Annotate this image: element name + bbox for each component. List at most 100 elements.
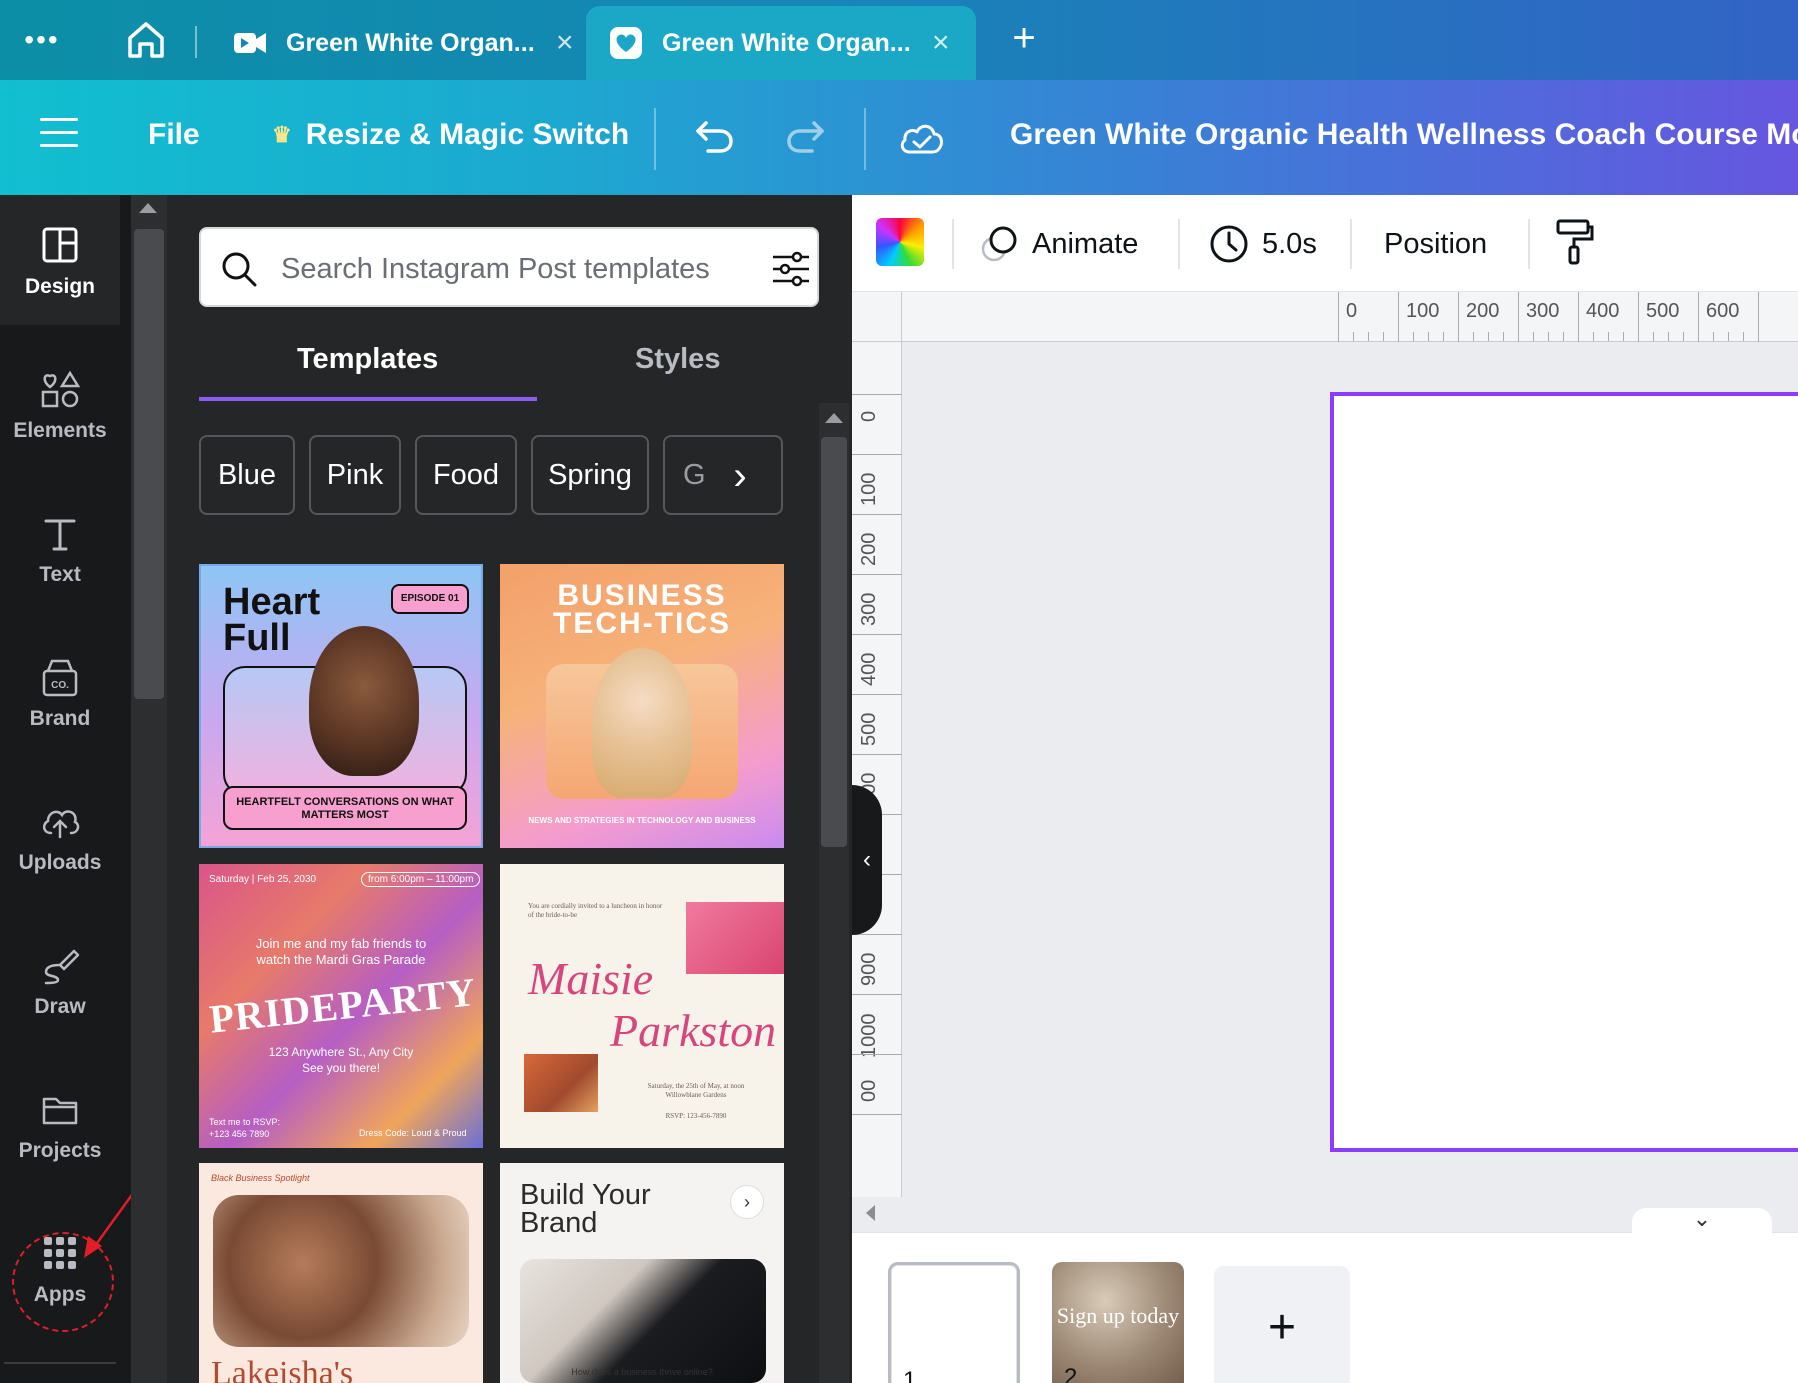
browser-menu-button[interactable]: •••	[18, 22, 66, 58]
page-thumbnail-1[interactable]: 1	[888, 1262, 1020, 1383]
redo-icon[interactable]	[782, 113, 830, 161]
ruler-label: 400	[858, 652, 880, 686]
chevron-right-icon: ›	[730, 1185, 764, 1219]
ruler-label: 500	[1646, 300, 1680, 322]
svg-text:CO.: CO.	[51, 680, 69, 691]
rail-item-text[interactable]: Text	[0, 483, 120, 613]
template-invite: Join me and my fab friends to watch the …	[255, 936, 427, 967]
scroll-left-icon[interactable]	[866, 1205, 875, 1221]
filter-chips: Blue Pink Food Spring G	[199, 435, 789, 515]
search-icon	[222, 252, 257, 287]
text-icon	[44, 519, 76, 551]
ruler-label: 100	[1406, 300, 1440, 322]
template-rsvp: Text me to RSVP: +123 456 7890	[209, 1117, 281, 1139]
video-icon	[234, 33, 266, 53]
crown-icon: ♛	[272, 122, 292, 147]
projects-icon	[42, 1097, 78, 1125]
template-card-pride-party[interactable]: Saturday | Feb 25, 2030 from 6:00pm – 11…	[199, 864, 483, 1148]
chip-blue[interactable]: Blue	[199, 435, 295, 515]
rail-item-brand[interactable]: CO. Brand	[0, 627, 120, 757]
ruler-label: 200	[1466, 300, 1500, 322]
animate-button[interactable]: Animate	[978, 219, 1138, 269]
tab-templates[interactable]: Templates	[297, 343, 438, 376]
ruler-label: 400	[1586, 300, 1620, 322]
template-photo	[686, 902, 784, 974]
template-address: 123 Anywhere St., Any City	[268, 1045, 414, 1059]
undo-icon[interactable]	[690, 113, 738, 161]
file-menu-button[interactable]: File	[148, 118, 200, 152]
resize-label: Resize & Magic Switch	[305, 118, 630, 151]
template-invite: You are cordially invited to a luncheon …	[528, 902, 663, 919]
cloud-saved-icon[interactable]	[896, 112, 948, 164]
chevron-right-icon[interactable]: ›	[720, 453, 760, 503]
add-page-button[interactable]: +	[1214, 1266, 1350, 1383]
template-card-black-business[interactable]: Black Business Spotlight Lakeisha's	[199, 1163, 483, 1383]
toolbar-divider	[1350, 219, 1352, 269]
close-tab-icon[interactable]: ×	[932, 26, 950, 60]
browser-tab-strip: ••• Green White Organ... × Green White O…	[0, 0, 1798, 80]
ruler-label: 500	[858, 712, 880, 746]
rail-item-design[interactable]: Design	[0, 195, 120, 325]
animate-label: Animate	[1032, 227, 1139, 260]
scrollbar-thumb[interactable]	[821, 437, 847, 847]
ruler-label: 100	[858, 472, 880, 506]
template-footer: NEWS AND STRATEGIES IN TECHNOLOGY AND BU…	[528, 816, 756, 825]
template-name-last: Parkston	[610, 1005, 777, 1056]
browser-tab-2-active[interactable]: Green White Organ... ×	[586, 6, 976, 80]
horizontal-ruler: 0 100 200 300 400 500 600	[852, 292, 1798, 342]
new-tab-button[interactable]: +	[1002, 16, 1046, 60]
page-thumbnail-2[interactable]: Sign up today 2	[1052, 1262, 1184, 1383]
template-details: Saturday, the 25th of May, at noon Willo…	[647, 1082, 745, 1099]
page-number: 2	[1064, 1364, 1078, 1383]
collapse-panel-chevron-left-icon[interactable]: ‹	[852, 785, 882, 935]
design-page-canvas[interactable]	[1330, 392, 1798, 1152]
template-time: from 6:00pm – 11:00pm	[361, 872, 481, 887]
color-picker-swatch[interactable]	[876, 218, 924, 266]
template-title: BUSINESS TECH-TICS	[553, 579, 731, 640]
ruler-label: 0	[1346, 300, 1358, 322]
home-icon[interactable]	[122, 16, 170, 64]
rail-label: Draw	[34, 995, 86, 1018]
template-footer: HEARTFELT CONVERSATIONS ON WHAT MATTERS …	[223, 786, 467, 830]
draw-icon	[44, 949, 80, 985]
template-card-business-tech[interactable]: BUSINESS TECH-TICS NEWS AND STRATEGIES IN…	[500, 564, 784, 848]
close-tab-icon[interactable]: ×	[556, 26, 574, 60]
chevron-down-icon[interactable]: ⌄	[1632, 1208, 1772, 1234]
rail-item-uploads[interactable]: Uploads	[0, 771, 120, 901]
toolbar-divider	[1528, 219, 1530, 269]
tab-styles[interactable]: Styles	[635, 343, 720, 376]
template-card-build-brand[interactable]: Build Your Brand › How does a business th…	[500, 1163, 784, 1383]
position-button[interactable]: Position	[1384, 219, 1487, 269]
template-photo	[524, 1054, 598, 1112]
ruler-label: 200	[858, 532, 880, 566]
template-card-maisie-parkston[interactable]: You are cordially invited to a luncheon …	[500, 864, 784, 1148]
duration-label: 5.0s	[1262, 227, 1317, 260]
search-input[interactable]	[281, 245, 731, 293]
ruler-label: 300	[858, 592, 880, 626]
duration-button[interactable]: 5.0s	[1208, 219, 1317, 269]
document-title[interactable]: Green White Organic Health Wellness Coac…	[1010, 118, 1798, 152]
editor-header: File ♛ Resize & Magic Switch Green White…	[0, 80, 1798, 195]
template-card-heart-full[interactable]: Heart Full EPISODE 01 HEARTFELT CONVERSAT…	[199, 564, 483, 848]
hamburger-menu-icon[interactable]	[40, 118, 78, 150]
browser-tab-1[interactable]: Green White Organ... ×	[210, 6, 580, 80]
resize-magic-switch-button[interactable]: ♛ Resize & Magic Switch	[272, 118, 629, 152]
search-box[interactable]	[199, 227, 819, 307]
ruler-label: 300	[1526, 300, 1560, 322]
rail-label: Brand	[29, 707, 91, 730]
template-name-first: Maisie	[528, 953, 654, 1004]
chip-food[interactable]: Food	[415, 435, 517, 515]
rail-scrollbar[interactable]	[131, 195, 167, 1383]
filter-icon[interactable]	[769, 247, 813, 291]
scroll-up-icon[interactable]	[139, 203, 157, 213]
chip-spring[interactable]: Spring	[531, 435, 649, 515]
panel-scrollbar[interactable]	[819, 403, 849, 1383]
rail-item-draw[interactable]: Draw	[0, 915, 120, 1045]
scroll-up-icon[interactable]	[825, 413, 843, 423]
rail-label: Elements	[13, 419, 107, 442]
template-photo	[213, 1195, 469, 1347]
paint-roller-icon[interactable]	[1552, 217, 1596, 267]
chip-pink[interactable]: Pink	[309, 435, 401, 515]
rail-item-elements[interactable]: Elements	[0, 339, 120, 469]
scrollbar-thumb[interactable]	[134, 229, 164, 699]
